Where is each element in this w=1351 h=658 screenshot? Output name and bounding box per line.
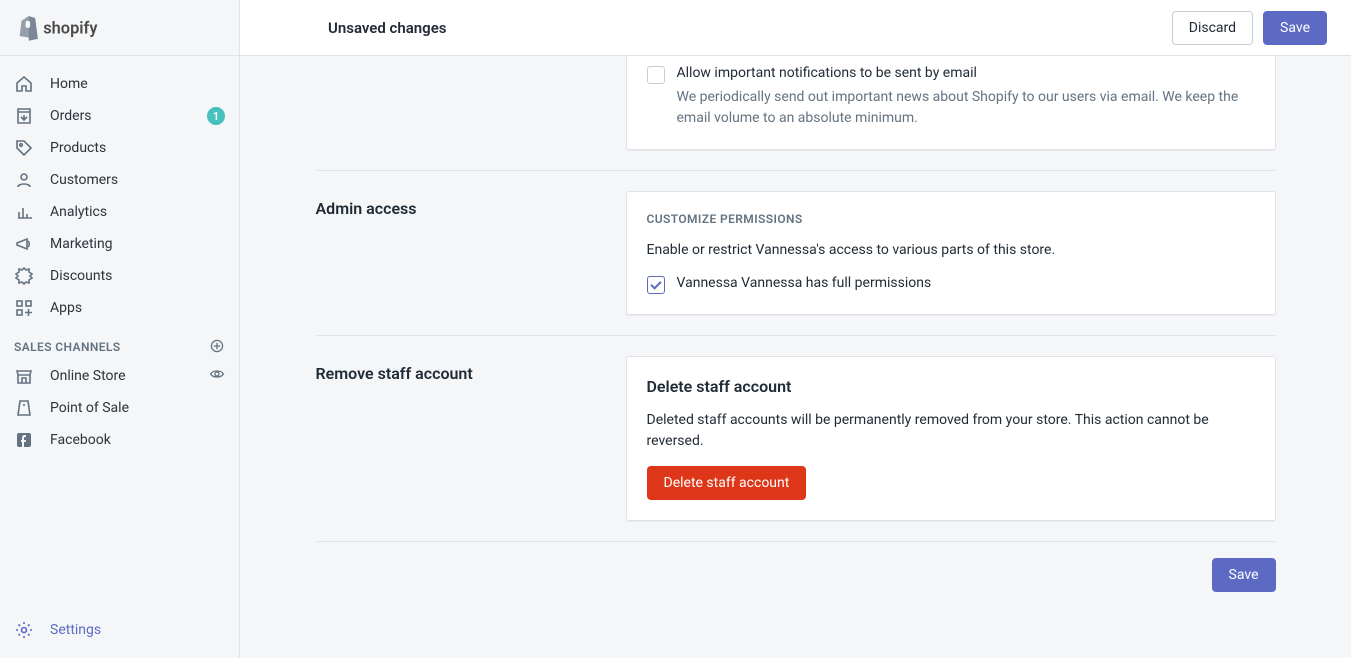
email-notifications-checkbox[interactable] xyxy=(647,66,665,84)
main: Unsaved changes Discard Save NOTIFICATIO… xyxy=(240,0,1351,658)
sidebar-channel-pos[interactable]: Point of Sale xyxy=(0,392,239,424)
remove-staff-title: Remove staff account xyxy=(316,364,606,383)
page-footer-actions: Save xyxy=(316,541,1276,632)
add-channel-icon[interactable] xyxy=(209,338,225,357)
sidebar-item-label: Orders xyxy=(50,108,92,124)
sidebar-item-label: Discounts xyxy=(50,268,112,284)
content-scroll: NOTIFICATIONS Allow important notificati… xyxy=(240,56,1351,658)
store-icon xyxy=(14,366,34,386)
section-remove-staff: Remove staff account Delete staff accoun… xyxy=(316,335,1276,541)
sidebar-item-label: Apps xyxy=(50,300,82,316)
sidebar-item-customers[interactable]: Customers xyxy=(0,164,239,196)
save-bar: Unsaved changes Discard Save xyxy=(240,0,1351,56)
admin-access-desc: Enable or restrict Vannessa's access to … xyxy=(647,240,1255,261)
delete-staff-card: Delete staff account Deleted staff accou… xyxy=(626,356,1276,521)
delete-staff-card-title: Delete staff account xyxy=(647,377,1255,396)
full-permissions-label: Vannessa Vannessa has full permissions xyxy=(677,275,1255,291)
delete-staff-desc: Deleted staff accounts will be permanent… xyxy=(647,410,1255,452)
delete-staff-button[interactable]: Delete staff account xyxy=(647,466,807,500)
sales-channels-header: SALES CHANNELS xyxy=(0,324,239,360)
logo[interactable]: shopify xyxy=(0,0,239,56)
save-button-bottom[interactable]: Save xyxy=(1212,558,1276,592)
home-icon xyxy=(14,74,34,94)
sidebar-item-products[interactable]: Products xyxy=(0,132,239,164)
sidebar-item-analytics[interactable]: Analytics xyxy=(0,196,239,228)
notifications-card: NOTIFICATIONS Allow important notificati… xyxy=(626,56,1276,150)
full-permissions-checkbox[interactable] xyxy=(647,276,665,294)
customize-permissions-heading: CUSTOMIZE PERMISSIONS xyxy=(647,212,1255,226)
orders-badge: 1 xyxy=(207,107,225,125)
section-header-label: SALES CHANNELS xyxy=(14,340,121,354)
email-notifications-help: We periodically send out important news … xyxy=(677,87,1255,129)
sidebar-item-apps[interactable]: Apps xyxy=(0,292,239,324)
sidebar-item-home[interactable]: Home xyxy=(0,68,239,100)
sidebar-item-label: Point of Sale xyxy=(50,400,129,416)
save-button[interactable]: Save xyxy=(1263,11,1327,45)
sidebar-item-label: Customers xyxy=(50,172,118,188)
view-icon[interactable] xyxy=(209,366,225,386)
discard-button[interactable]: Discard xyxy=(1172,11,1253,45)
tag-icon xyxy=(14,138,34,158)
svg-text:shopify: shopify xyxy=(43,18,98,37)
sidebar-channel-online-store[interactable]: Online Store xyxy=(0,360,239,392)
sidebar-footer: Settings xyxy=(0,614,239,658)
discount-icon xyxy=(14,266,34,286)
sidebar-item-label: Home xyxy=(50,76,88,92)
pos-icon xyxy=(14,398,34,418)
sidebar-item-label: Online Store xyxy=(50,368,126,384)
facebook-icon xyxy=(14,430,34,450)
email-notifications-label: Allow important notifications to be sent… xyxy=(677,65,1255,81)
sidebar-item-discounts[interactable]: Discounts xyxy=(0,260,239,292)
sidebar-item-label: Marketing xyxy=(50,236,113,252)
sidebar-item-label: Settings xyxy=(50,622,101,638)
apps-icon xyxy=(14,298,34,318)
gear-icon xyxy=(14,620,34,640)
bar-chart-icon xyxy=(14,202,34,222)
primary-nav: Home Orders 1 Products Customers Analyti… xyxy=(0,56,239,468)
sidebar-channel-facebook[interactable]: Facebook xyxy=(0,424,239,456)
section-admin-access: Admin access CUSTOMIZE PERMISSIONS Enabl… xyxy=(316,170,1276,335)
admin-access-title: Admin access xyxy=(316,199,606,218)
sidebar-item-settings[interactable]: Settings xyxy=(0,614,239,646)
sidebar-item-label: Facebook xyxy=(50,432,111,448)
sidebar-item-marketing[interactable]: Marketing xyxy=(0,228,239,260)
sidebar: shopify Home Orders 1 Products Customers… xyxy=(0,0,240,658)
admin-access-card: CUSTOMIZE PERMISSIONS Enable or restrict… xyxy=(626,191,1276,315)
orders-icon xyxy=(14,106,34,126)
megaphone-icon xyxy=(14,234,34,254)
shopify-logo-icon: shopify xyxy=(16,13,116,43)
sidebar-item-orders[interactable]: Orders 1 xyxy=(0,100,239,132)
sidebar-item-label: Analytics xyxy=(50,204,107,220)
person-icon xyxy=(14,170,34,190)
sidebar-item-label: Products xyxy=(50,140,106,156)
savebar-title: Unsaved changes xyxy=(328,19,1172,37)
section-notifications: NOTIFICATIONS Allow important notificati… xyxy=(316,56,1276,170)
